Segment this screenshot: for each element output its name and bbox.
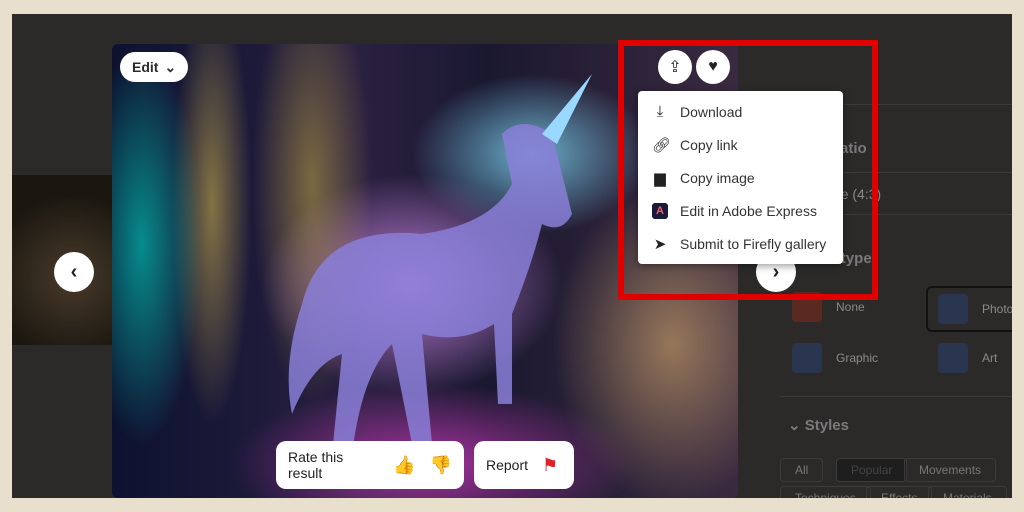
report-button[interactable]: Report ⚑	[474, 441, 574, 489]
clipboard-icon: ▆	[654, 169, 666, 187]
style-chip-effects[interactable]: Effects	[866, 486, 933, 498]
download-icon: ⤓	[656, 103, 664, 120]
menu-item-edit-in-adobe-express[interactable]: A Edit in Adobe Express	[638, 194, 843, 227]
edit-dropdown-button[interactable]: Edit ⌄	[120, 52, 189, 82]
content-type-photo[interactable]: Photo	[926, 286, 1012, 332]
share-menu: ⤓ Download 🔗︎ Copy link ▆ Copy image A Edit …	[638, 91, 843, 264]
menu-label: Edit in Adobe Express	[680, 202, 817, 219]
paper-plane-icon: ➤	[653, 235, 667, 253]
chevron-left-icon: ‹	[70, 260, 78, 283]
art-icon	[938, 343, 968, 373]
rate-result-bar: Rate this result 👍 👎	[276, 441, 464, 489]
menu-label: Copy image	[680, 169, 755, 186]
adobe-express-icon: A	[652, 202, 668, 219]
menu-item-download[interactable]: ⤓ Download	[638, 95, 843, 128]
thumbs-down-icon[interactable]: 👎	[430, 455, 452, 476]
menu-label: Download	[680, 103, 743, 120]
flag-icon: ⚑	[542, 454, 559, 475]
option-label: Art	[982, 351, 998, 365]
menu-label: Copy link	[680, 136, 738, 153]
thumbs-up-icon[interactable]: 👍	[393, 455, 415, 476]
chevron-down-icon: ⌄	[164, 58, 177, 75]
photo-icon	[938, 294, 968, 324]
previous-button[interactable]: ‹	[54, 252, 94, 292]
rate-label: Rate this result	[288, 449, 344, 481]
style-chip-materials[interactable]: Materials	[928, 486, 1007, 498]
link-icon: 🔗︎	[652, 136, 672, 154]
option-label: None	[836, 300, 865, 314]
style-chip-all[interactable]: All	[780, 458, 824, 482]
menu-item-submit-to-gallery[interactable]: ➤ Submit to Firefly gallery	[638, 227, 843, 260]
style-chip-movements[interactable]: Movements	[904, 458, 997, 482]
style-chip-popular[interactable]: Popular	[836, 458, 908, 482]
styles-heading[interactable]: ⌄ Styles	[788, 416, 849, 434]
chevron-down-icon: ⌄	[788, 417, 805, 434]
option-label: Graphic	[836, 351, 879, 365]
menu-item-copy-image[interactable]: ▆ Copy image	[638, 161, 843, 194]
unicorn-artwork	[288, 74, 592, 454]
content-type-art[interactable]: Art	[938, 343, 997, 373]
menu-item-copy-link[interactable]: 🔗︎ Copy link	[638, 128, 843, 161]
style-chip-techniques[interactable]: Techniques	[780, 486, 871, 498]
styles-title: Styles	[804, 417, 849, 434]
content-type-graphic[interactable]: Graphic	[792, 343, 878, 373]
menu-label: Submit to Firefly gallery	[680, 235, 827, 252]
option-label: Photo	[982, 302, 1012, 316]
report-label: Report	[486, 457, 529, 473]
edit-label: Edit	[132, 59, 159, 75]
graphic-icon	[792, 343, 822, 373]
